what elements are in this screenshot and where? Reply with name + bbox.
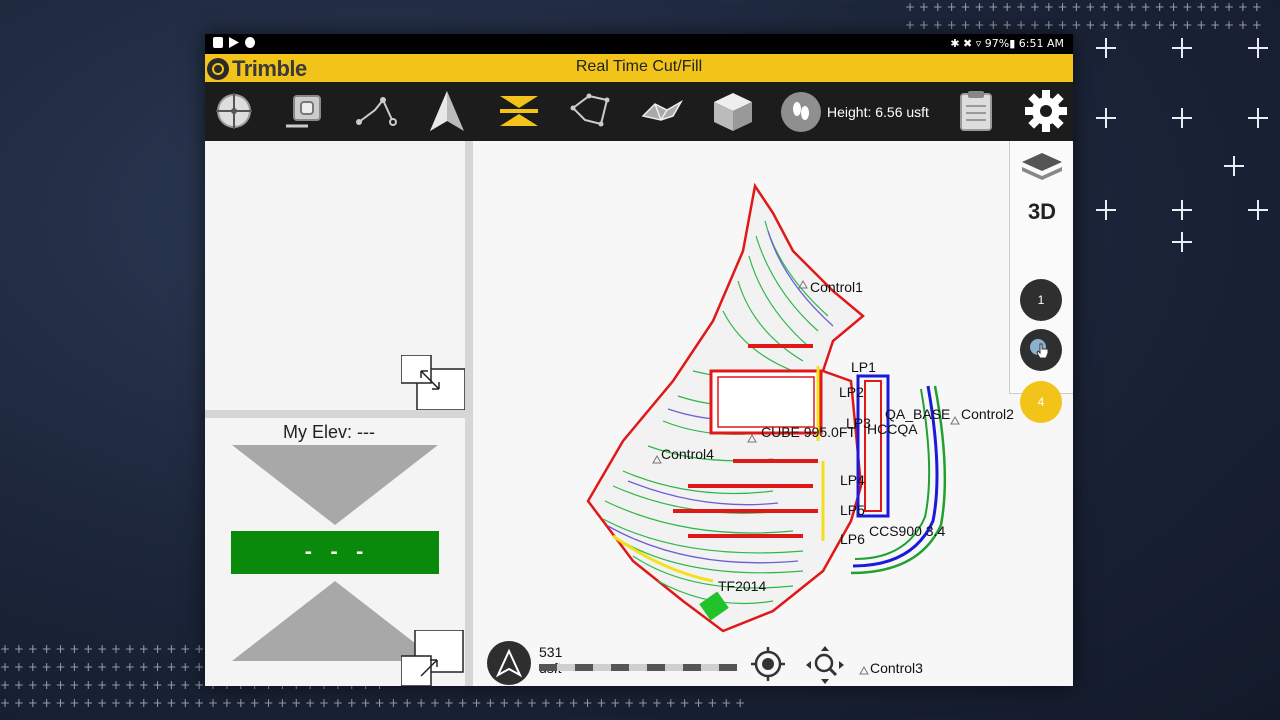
map-label-lp5: LP5: [840, 502, 865, 518]
view-option-2-button[interactable]: [1020, 329, 1062, 371]
navigate-arrow-icon: [430, 91, 464, 131]
north-arrow-button[interactable]: [487, 641, 531, 685]
map-label-control4: Control4: [661, 446, 714, 462]
horizontal-splitter[interactable]: [205, 410, 465, 418]
clipboard-icon: [960, 91, 992, 131]
map-label-lp1: LP1: [851, 359, 876, 375]
measure-point-icon: [216, 93, 252, 129]
measure-point-button[interactable]: [209, 88, 259, 134]
layers-icon: [1022, 153, 1062, 180]
navigate-button[interactable]: [422, 88, 472, 134]
decor-plus: [1096, 108, 1116, 128]
cube-button[interactable]: [708, 88, 758, 134]
decor-plus: [1224, 156, 1244, 176]
expand-panel-button[interactable]: [400, 354, 466, 411]
expand-icon: [400, 354, 466, 411]
map-label-lp2: LP2: [839, 384, 864, 400]
toolbar: Height: 6.56 usft: [205, 82, 1073, 141]
my-elevation-label: My Elev: ---: [283, 422, 375, 442]
status-right: ✱ ✖ ▿ 97%▮ 6:51 AM: [950, 37, 1064, 50]
map-label-tf2014: TF2014: [718, 578, 767, 594]
surface-scan-icon: [286, 95, 321, 128]
decor-plus: [1172, 38, 1192, 58]
crosshair-icon: [751, 647, 785, 681]
decor-plus: [1172, 108, 1192, 128]
height-label: Height: 6.56 usft: [827, 104, 929, 120]
map-side-rail: 3D 1 4: [1009, 141, 1073, 423]
zoom-extents-button[interactable]: [805, 645, 845, 685]
view-option-1-button[interactable]: 1: [1020, 279, 1062, 321]
map-label-ccs: CCS900 3.4: [869, 523, 946, 539]
view-option-4-button[interactable]: 4: [1020, 381, 1062, 423]
chrome-icon: [245, 37, 255, 48]
surface-button[interactable]: [637, 88, 687, 134]
site-map[interactable]: Control1 LP1 LP2 LP3 QA_BASE Control2 HC…: [473, 141, 1073, 686]
cut-indicator: [232, 445, 438, 525]
title-bar: Real Time Cut/Fill Trimble: [205, 54, 1073, 82]
tablet-screen: ✱ ✖ ▿ 97%▮ 6:51 AM Real Time Cut/Fill Tr…: [205, 34, 1073, 686]
map-label-lp6: LP6: [840, 531, 865, 547]
decor-plus: [1172, 200, 1192, 220]
expand-gauge-button[interactable]: [400, 629, 465, 686]
footprints-icon: [781, 92, 821, 132]
notification-icon: [213, 37, 223, 48]
app-title: Real Time Cut/Fill: [575, 58, 703, 75]
vertical-splitter[interactable]: [465, 141, 473, 686]
map-label-hccqa: HCCQA: [867, 421, 918, 437]
cube-icon: [714, 93, 752, 131]
gear-icon: [1025, 90, 1067, 132]
north-arrow-icon: [495, 648, 523, 678]
cut-fill-icon: [500, 96, 538, 126]
decor-plus: [1248, 108, 1268, 128]
map-scale-bar: [539, 664, 737, 671]
map-scale-label: 531 usft: [539, 644, 563, 676]
map-label-control1: Control1: [810, 279, 863, 295]
polygon-icon: [570, 93, 610, 127]
trimble-logo: Trimble: [207, 56, 307, 82]
decor-plus: [1248, 200, 1268, 220]
height-control[interactable]: Height: 6.56 usft: [781, 90, 929, 134]
surface-scan-button[interactable]: [280, 88, 330, 134]
map-label-control2: Control2: [961, 406, 1014, 422]
zoom-extents-icon: [806, 646, 844, 684]
map-label-lp4: LP4: [840, 472, 865, 488]
notification-icons: [213, 37, 255, 48]
expand-icon: [400, 629, 464, 686]
polyline-icon: [356, 97, 397, 126]
locate-me-button[interactable]: [751, 647, 785, 681]
status-bar: ✱ ✖ ▿ 97%▮ 6:51 AM: [205, 34, 1073, 54]
polyline-button[interactable]: [351, 88, 401, 134]
surface-icon: [641, 99, 684, 121]
play-store-icon: [229, 37, 239, 48]
trimble-logo-text: Trimble: [232, 56, 307, 81]
polygon-button[interactable]: [565, 88, 615, 134]
decor-plus: [1248, 38, 1268, 58]
decor-plus: [1096, 200, 1116, 220]
map-label-cube: CUBE 995.0FT: [761, 424, 856, 440]
hand-pointer-icon: [1030, 339, 1049, 359]
map-label-control3: Control3: [870, 660, 923, 676]
clipboard-button[interactable]: [951, 88, 1001, 134]
decor-plus: [1172, 232, 1192, 252]
cut-fill-button[interactable]: [494, 88, 544, 134]
cut-fill-panel: My Elev: --- - - -: [205, 418, 465, 686]
view-3d-button[interactable]: 3D: [1010, 199, 1073, 225]
decor-plus: [1096, 38, 1116, 58]
trimble-logo-icon: [207, 58, 229, 80]
layers-button[interactable]: [1020, 149, 1064, 183]
map-label-qa-base: QA_BASE: [885, 406, 951, 422]
left-top-panel: [205, 141, 466, 411]
settings-button[interactable]: [1021, 88, 1071, 134]
cut-fill-value-bar: - - -: [231, 531, 439, 574]
